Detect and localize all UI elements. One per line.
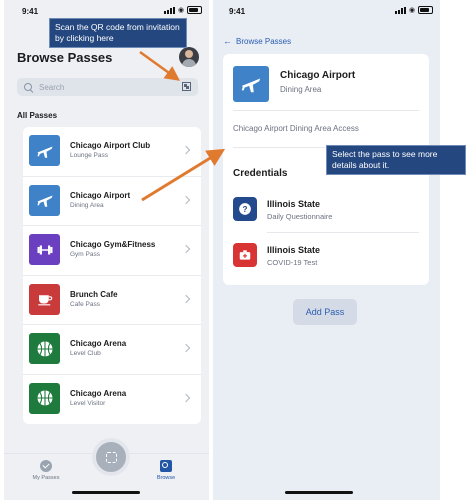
select-hint-arrow bbox=[141, 148, 226, 202]
annotation-arrows bbox=[139, 50, 226, 202]
scan-hint-callout: Scan the QR code from invitation by clic… bbox=[49, 18, 187, 48]
select-hint-callout: Select the pass to see more details abou… bbox=[326, 145, 466, 175]
scan-hint-arrow bbox=[139, 50, 181, 81]
